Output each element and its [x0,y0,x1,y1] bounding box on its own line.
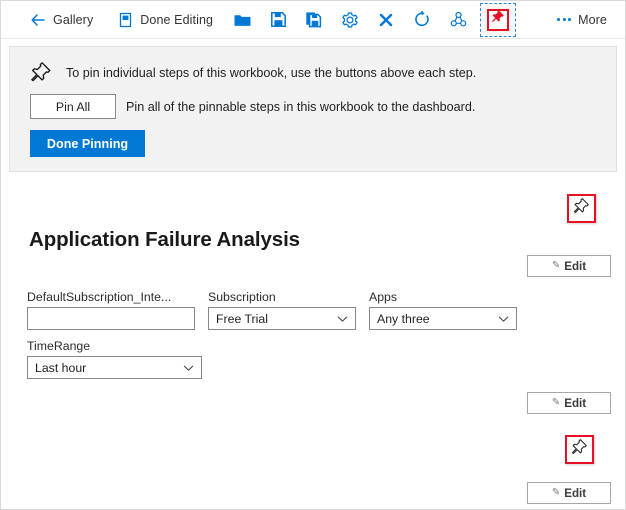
parameter-label: Subscription [208,290,356,304]
apps-dropdown[interactable]: Any three [369,307,517,330]
toolbar-icon-group [231,9,469,31]
close-x-icon[interactable] [375,9,397,31]
parameters-panel: DefaultSubscription_Inte... Subscription… [27,290,547,379]
chevron-down-icon [183,362,194,373]
edit-step-button-2[interactable]: ✎ Edit [527,392,611,414]
arrow-left-icon [29,11,47,29]
apps-value: Any three [377,312,430,326]
done-editing-label: Done Editing [140,13,213,27]
subscription-dropdown[interactable]: Free Trial [208,307,356,330]
gallery-back-button[interactable]: Gallery [23,5,99,35]
subscription-value: Free Trial [216,312,268,326]
banner-message: To pin individual steps of this workbook… [66,66,476,80]
parameter-label: DefaultSubscription_Inte... [27,290,187,304]
pin-step-button-1[interactable] [567,194,596,223]
pin-toolbar-button[interactable] [481,4,515,36]
share-icon[interactable] [447,9,469,31]
save-as-icon[interactable] [303,9,325,31]
chevron-down-icon [337,313,348,324]
page-title: Application Failure Analysis [29,228,300,252]
chevron-down-icon [498,313,509,324]
workbook-content: Application Failure Analysis ✎ Edit Defa… [9,190,617,510]
timerange-value: Last hour [35,361,86,375]
gallery-label: Gallery [53,13,93,27]
refresh-icon[interactable] [411,9,433,31]
edit-label: Edit [564,397,586,410]
parameter-row-1: DefaultSubscription_Inte... Subscription… [27,290,547,330]
workbook-toolbar: Gallery Done Editing [1,1,625,39]
edit-step-button-3[interactable]: ✎ Edit [527,482,611,504]
edit-label: Edit [564,260,586,273]
pencil-icon: ✎ [552,261,560,271]
done-editing-button[interactable]: Done Editing [110,5,219,35]
parameter-timerange: TimeRange Last hour [27,339,202,379]
done-pinning-button[interactable]: Done Pinning [30,130,145,157]
pin-icon [491,10,505,29]
more-button[interactable]: More [557,13,617,27]
save-icon[interactable] [267,9,289,31]
parameter-label: Apps [369,290,517,304]
banner-message-row: To pin individual steps of this workbook… [22,57,604,90]
parameter-default-subscription: DefaultSubscription_Inte... [27,290,195,330]
banner-donepinning-row: Done Pinning [22,119,604,157]
pin-icon [571,439,588,461]
edit-label: Edit [564,487,586,500]
settings-gear-icon[interactable] [339,9,361,31]
open-folder-icon[interactable] [231,9,253,31]
pin-icon [30,62,52,84]
parameter-label: TimeRange [27,339,202,353]
pin-all-button[interactable]: Pin All [30,94,116,119]
pencil-icon: ✎ [552,398,560,408]
pencil-icon: ✎ [552,488,560,498]
banner-pinall-row: Pin All Pin all of the pinnable steps in… [22,90,604,119]
default-subscription-input[interactable] [27,307,195,330]
pin-all-description: Pin all of the pinnable steps in this wo… [126,100,475,114]
timerange-dropdown[interactable]: Last hour [27,356,202,379]
pin-toolbar-button-inner [487,9,509,31]
document-edit-icon [116,11,134,29]
pin-mode-banner: To pin individual steps of this workbook… [9,46,617,172]
parameter-apps: Apps Any three [369,290,517,330]
more-label: More [578,13,607,27]
pin-step-button-2[interactable] [565,435,594,464]
parameter-row-2: TimeRange Last hour [27,339,547,379]
edit-step-button-1[interactable]: ✎ Edit [527,255,611,277]
ellipsis-icon [557,18,571,21]
parameter-subscription: Subscription Free Trial [208,290,356,330]
pin-icon [573,198,590,220]
workbook-page: Gallery Done Editing [0,0,626,510]
